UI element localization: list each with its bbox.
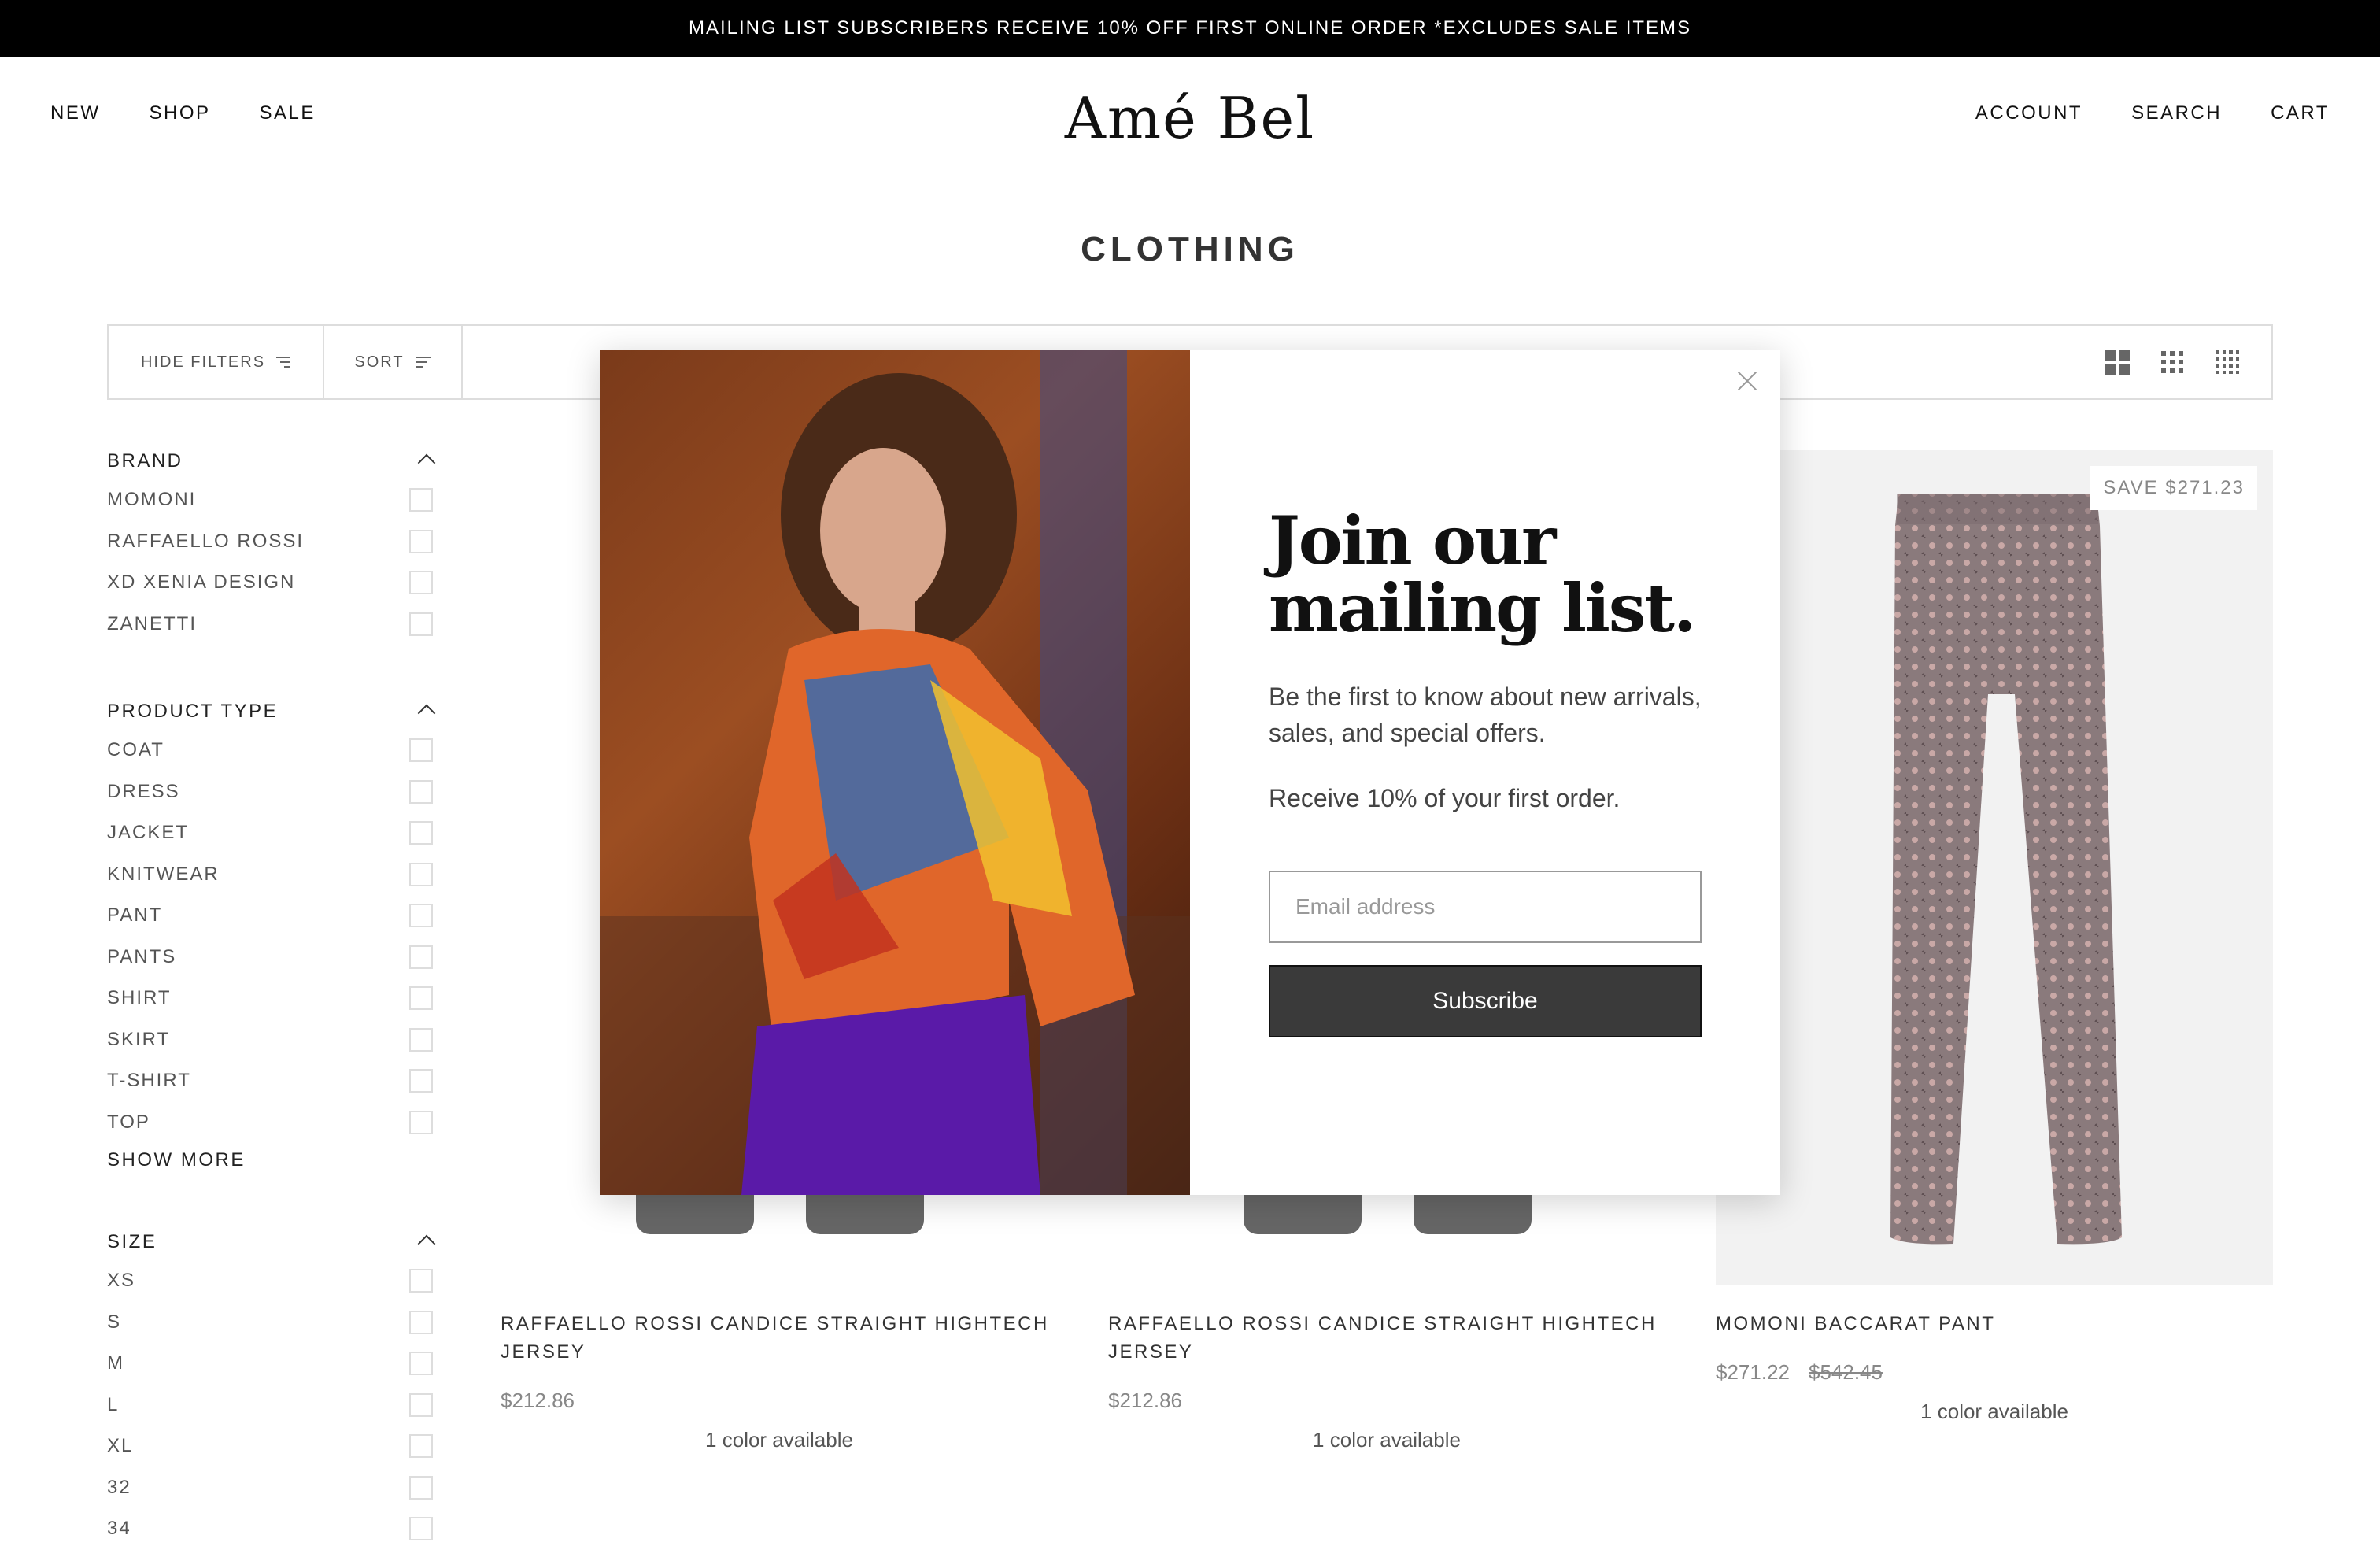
show-more-link[interactable]: SHOW MORE bbox=[107, 1149, 438, 1171]
filter-group-size: SIZE XS S M L XL 32 34 bbox=[107, 1231, 438, 1546]
checkbox[interactable] bbox=[409, 1269, 433, 1293]
checkbox[interactable] bbox=[409, 1069, 433, 1093]
checkbox[interactable] bbox=[409, 738, 433, 763]
product-name[interactable]: MOMONI BACCARAT PANT bbox=[1716, 1310, 2273, 1338]
filter-option-34[interactable]: 34 bbox=[107, 1508, 438, 1546]
checkbox[interactable] bbox=[409, 1475, 433, 1500]
filter-option-pant[interactable]: PANT bbox=[107, 895, 438, 937]
sort-icon bbox=[415, 357, 431, 368]
utility-nav: ACCOUNT SEARCH CART bbox=[1975, 102, 2330, 124]
site-header: NEW SHOP SALE Amé Bel ACCOUNT SEARCH CAR… bbox=[0, 57, 2380, 179]
hide-filters-label: HIDE FILTERS bbox=[140, 353, 266, 371]
model-photo bbox=[600, 350, 1190, 1195]
filter-heading-size[interactable]: SIZE bbox=[107, 1231, 438, 1256]
filter-option-shirt[interactable]: SHIRT bbox=[107, 978, 438, 1019]
filter-option-knitwear[interactable]: KNITWEAR bbox=[107, 854, 438, 896]
newsletter-modal: Join our mailing list. Be the first to k… bbox=[600, 350, 1780, 1195]
nav-cart[interactable]: CART bbox=[2271, 102, 2330, 124]
modal-offer-text: Receive 10% of your first order. bbox=[1269, 784, 1621, 812]
product-name[interactable]: RAFFAELLO ROSSI CANDICE STRAIGHT HIGHTEC… bbox=[501, 1310, 1058, 1367]
filter-option-xs[interactable]: XS bbox=[107, 1260, 438, 1302]
grid-toggle-group bbox=[2105, 350, 2240, 375]
product-image[interactable]: SAVE $271.23 bbox=[1716, 450, 2273, 1285]
checkbox[interactable] bbox=[409, 1310, 433, 1334]
checkbox[interactable] bbox=[409, 1110, 433, 1134]
chevron-up-icon bbox=[417, 704, 436, 723]
filter-option-dress[interactable]: DRESS bbox=[107, 771, 438, 813]
checkbox[interactable] bbox=[409, 529, 433, 553]
filter-option-xl[interactable]: XL bbox=[107, 1426, 438, 1467]
filter-option-m[interactable]: M bbox=[107, 1343, 438, 1385]
sale-badge: SAVE $271.23 bbox=[2090, 466, 2257, 510]
filter-option-pants[interactable]: PANTS bbox=[107, 937, 438, 978]
checkbox[interactable] bbox=[409, 986, 433, 1011]
filter-option-32[interactable]: 32 bbox=[107, 1467, 438, 1509]
sort-label: SORT bbox=[354, 353, 405, 371]
filter-option-top[interactable]: TOP bbox=[107, 1102, 438, 1144]
filter-heading-brand[interactable]: BRAND bbox=[107, 450, 438, 475]
announcement-text: MAILING LIST SUBSCRIBERS RECEIVE 10% OFF… bbox=[688, 17, 1692, 39]
hide-filters-button[interactable]: HIDE FILTERS bbox=[109, 326, 324, 398]
nav-search[interactable]: SEARCH bbox=[2131, 102, 2222, 124]
modal-title: Join our mailing list. bbox=[1269, 501, 1696, 647]
filter-option-momoni[interactable]: MOMONI bbox=[107, 479, 438, 521]
modal-subtitle: Be the first to know about new arrivals,… bbox=[1269, 682, 1702, 747]
nav-account[interactable]: ACCOUNT bbox=[1975, 102, 2082, 124]
sort-button[interactable]: SORT bbox=[324, 326, 463, 398]
product-price: $212.86 bbox=[1108, 1389, 1182, 1412]
page-title: CLOTHING bbox=[1081, 230, 1299, 268]
pant-illustration bbox=[1890, 494, 2122, 1245]
filter-option-skirt[interactable]: SKIRT bbox=[107, 1019, 438, 1061]
checkbox[interactable] bbox=[409, 571, 433, 595]
filter-option-xd-xenia-design[interactable]: XD XENIA DESIGN bbox=[107, 562, 438, 604]
chevron-up-icon bbox=[417, 1234, 436, 1253]
email-field[interactable] bbox=[1269, 871, 1702, 943]
color-availability: 1 color available bbox=[1313, 1428, 1461, 1452]
compare-price: $542.45 bbox=[1808, 1360, 1883, 1384]
announcement-bar: MAILING LIST SUBSCRIBERS RECEIVE 10% OFF… bbox=[0, 0, 2380, 57]
grid-2-icon[interactable] bbox=[2105, 350, 2130, 375]
filter-heading-product-type[interactable]: PRODUCT TYPE bbox=[107, 701, 438, 726]
checkbox[interactable] bbox=[409, 779, 433, 804]
filter-option-coat[interactable]: COAT bbox=[107, 730, 438, 771]
filter-option-t-shirt[interactable]: T-SHIRT bbox=[107, 1060, 438, 1102]
checkbox[interactable] bbox=[409, 488, 433, 512]
color-availability: 1 color available bbox=[1920, 1400, 2068, 1423]
checkbox[interactable] bbox=[409, 1517, 433, 1541]
filter-option-zanetti[interactable]: ZANETTI bbox=[107, 604, 438, 645]
grid-3-icon[interactable] bbox=[2160, 350, 2185, 375]
filter-option-l[interactable]: L bbox=[107, 1385, 438, 1426]
model-illustration bbox=[600, 350, 1190, 1195]
checkbox[interactable] bbox=[409, 1352, 433, 1376]
filter-option-raffaello-rossi[interactable]: RAFFAELLO ROSSI bbox=[107, 521, 438, 563]
grid-4-icon[interactable] bbox=[2215, 350, 2240, 375]
filter-option-jacket[interactable]: JACKET bbox=[107, 812, 438, 854]
color-availability: 1 color available bbox=[705, 1428, 853, 1452]
product-price: $212.86 bbox=[501, 1389, 575, 1412]
sale-price: $271.22 bbox=[1716, 1360, 1790, 1384]
filter-group-brand: BRAND MOMONI RAFFAELLO ROSSI XD XENIA DE… bbox=[107, 450, 438, 645]
checkbox[interactable] bbox=[409, 1393, 433, 1417]
product-name[interactable]: RAFFAELLO ROSSI CANDICE STRAIGHT HIGHTEC… bbox=[1108, 1310, 1665, 1367]
checkbox[interactable] bbox=[409, 821, 433, 845]
subscribe-button[interactable]: Subscribe bbox=[1269, 965, 1702, 1037]
filter-option-s[interactable]: S bbox=[107, 1302, 438, 1344]
chevron-up-icon bbox=[417, 453, 436, 472]
filter-group-product-type: PRODUCT TYPE COAT DRESS JACKET KNITWEAR … bbox=[107, 701, 438, 1171]
checkbox[interactable] bbox=[409, 1434, 433, 1459]
checkbox[interactable] bbox=[409, 862, 433, 886]
filter-icon bbox=[276, 357, 291, 368]
checkbox[interactable] bbox=[409, 612, 433, 636]
close-icon[interactable] bbox=[1731, 365, 1763, 397]
product-price: $271.22 $542.45 bbox=[1716, 1360, 1883, 1385]
checkbox[interactable] bbox=[409, 1027, 433, 1052]
checkbox[interactable] bbox=[409, 904, 433, 928]
checkbox[interactable] bbox=[409, 945, 433, 969]
